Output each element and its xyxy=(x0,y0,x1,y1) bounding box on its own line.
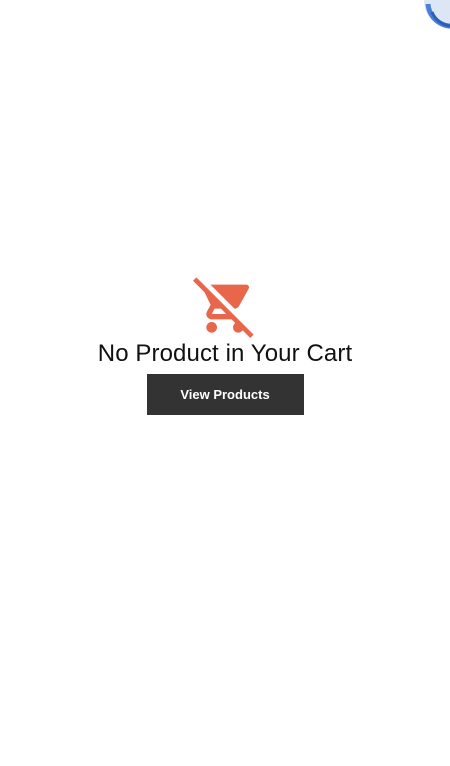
page: No Product in Your Cart View Products xyxy=(0,0,450,766)
empty-cart-title: No Product in Your Cart xyxy=(97,340,353,367)
empty-cart-state: No Product in Your Cart View Products xyxy=(0,274,450,415)
floating-widget-icon[interactable] xyxy=(422,0,450,30)
remove-shopping-cart-icon xyxy=(193,277,254,338)
view-products-button[interactable]: View Products xyxy=(146,374,304,415)
